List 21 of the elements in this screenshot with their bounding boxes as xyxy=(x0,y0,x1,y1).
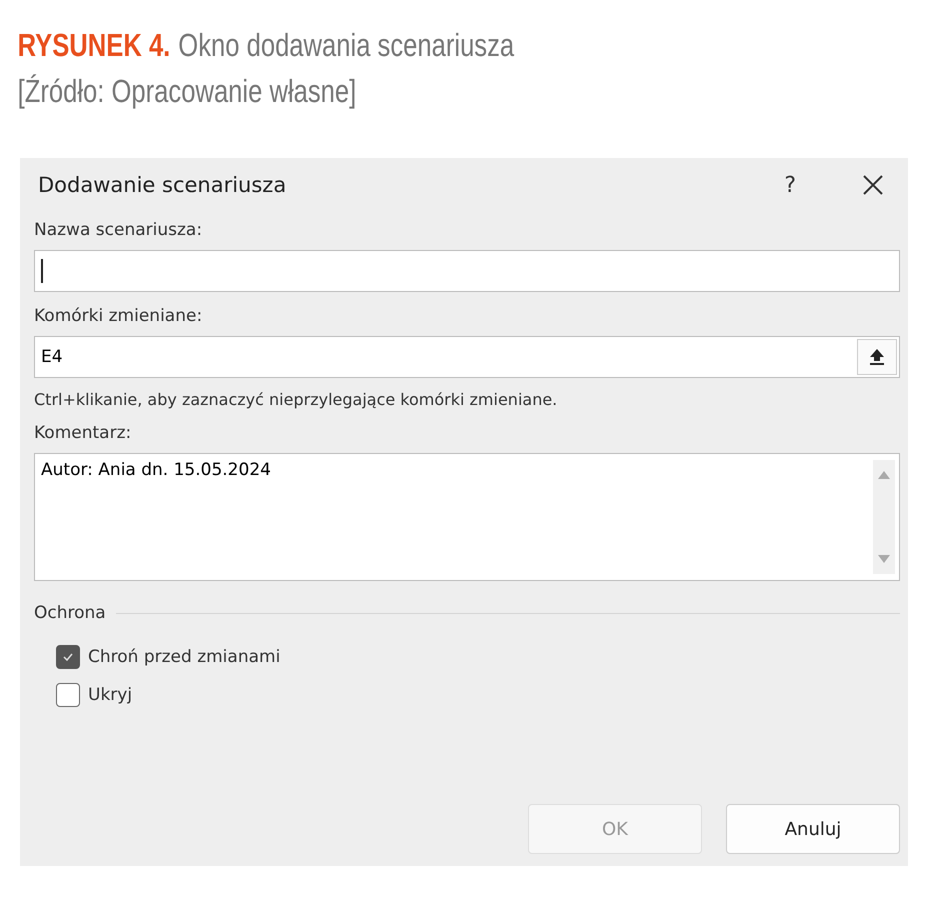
figure-label: RYSUNEK 4. xyxy=(18,26,170,65)
figure-source: [Źródło: Opracowanie własne] xyxy=(18,72,358,111)
comment-field[interactable]: Autor: Ania dn. 15.05.2024 xyxy=(34,453,900,581)
input-field[interactable] xyxy=(34,250,900,292)
hint-text: Ctrl+klikanie, aby zaznaczyć nieprzylegające komórki zmieniane. xyxy=(34,390,558,409)
input-field[interactable]: E4 xyxy=(34,336,900,378)
field-label: Komórki zmieniane: xyxy=(34,306,204,326)
field-label: Komentarz: xyxy=(34,423,132,443)
cancel-button[interactable]: Anuluj xyxy=(726,804,900,854)
collapse-button[interactable] xyxy=(857,339,897,375)
window-title: Dodawanie scenariusza xyxy=(38,173,288,197)
checkbox-label[interactable]: Chroń przed zmianami xyxy=(88,647,280,667)
upload-arrow-icon xyxy=(869,348,885,366)
help-button[interactable]: ? xyxy=(780,168,800,202)
checkbox[interactable] xyxy=(56,683,80,707)
group-title: Ochrona xyxy=(34,603,106,623)
checkbox[interactable] xyxy=(56,645,80,669)
figure-title: Okno dodawania scenariusza xyxy=(178,26,514,65)
checkbox-label[interactable]: Ukryj xyxy=(88,685,132,705)
close-icon xyxy=(862,174,884,196)
field-label: Nazwa scenariusza: xyxy=(34,220,204,240)
